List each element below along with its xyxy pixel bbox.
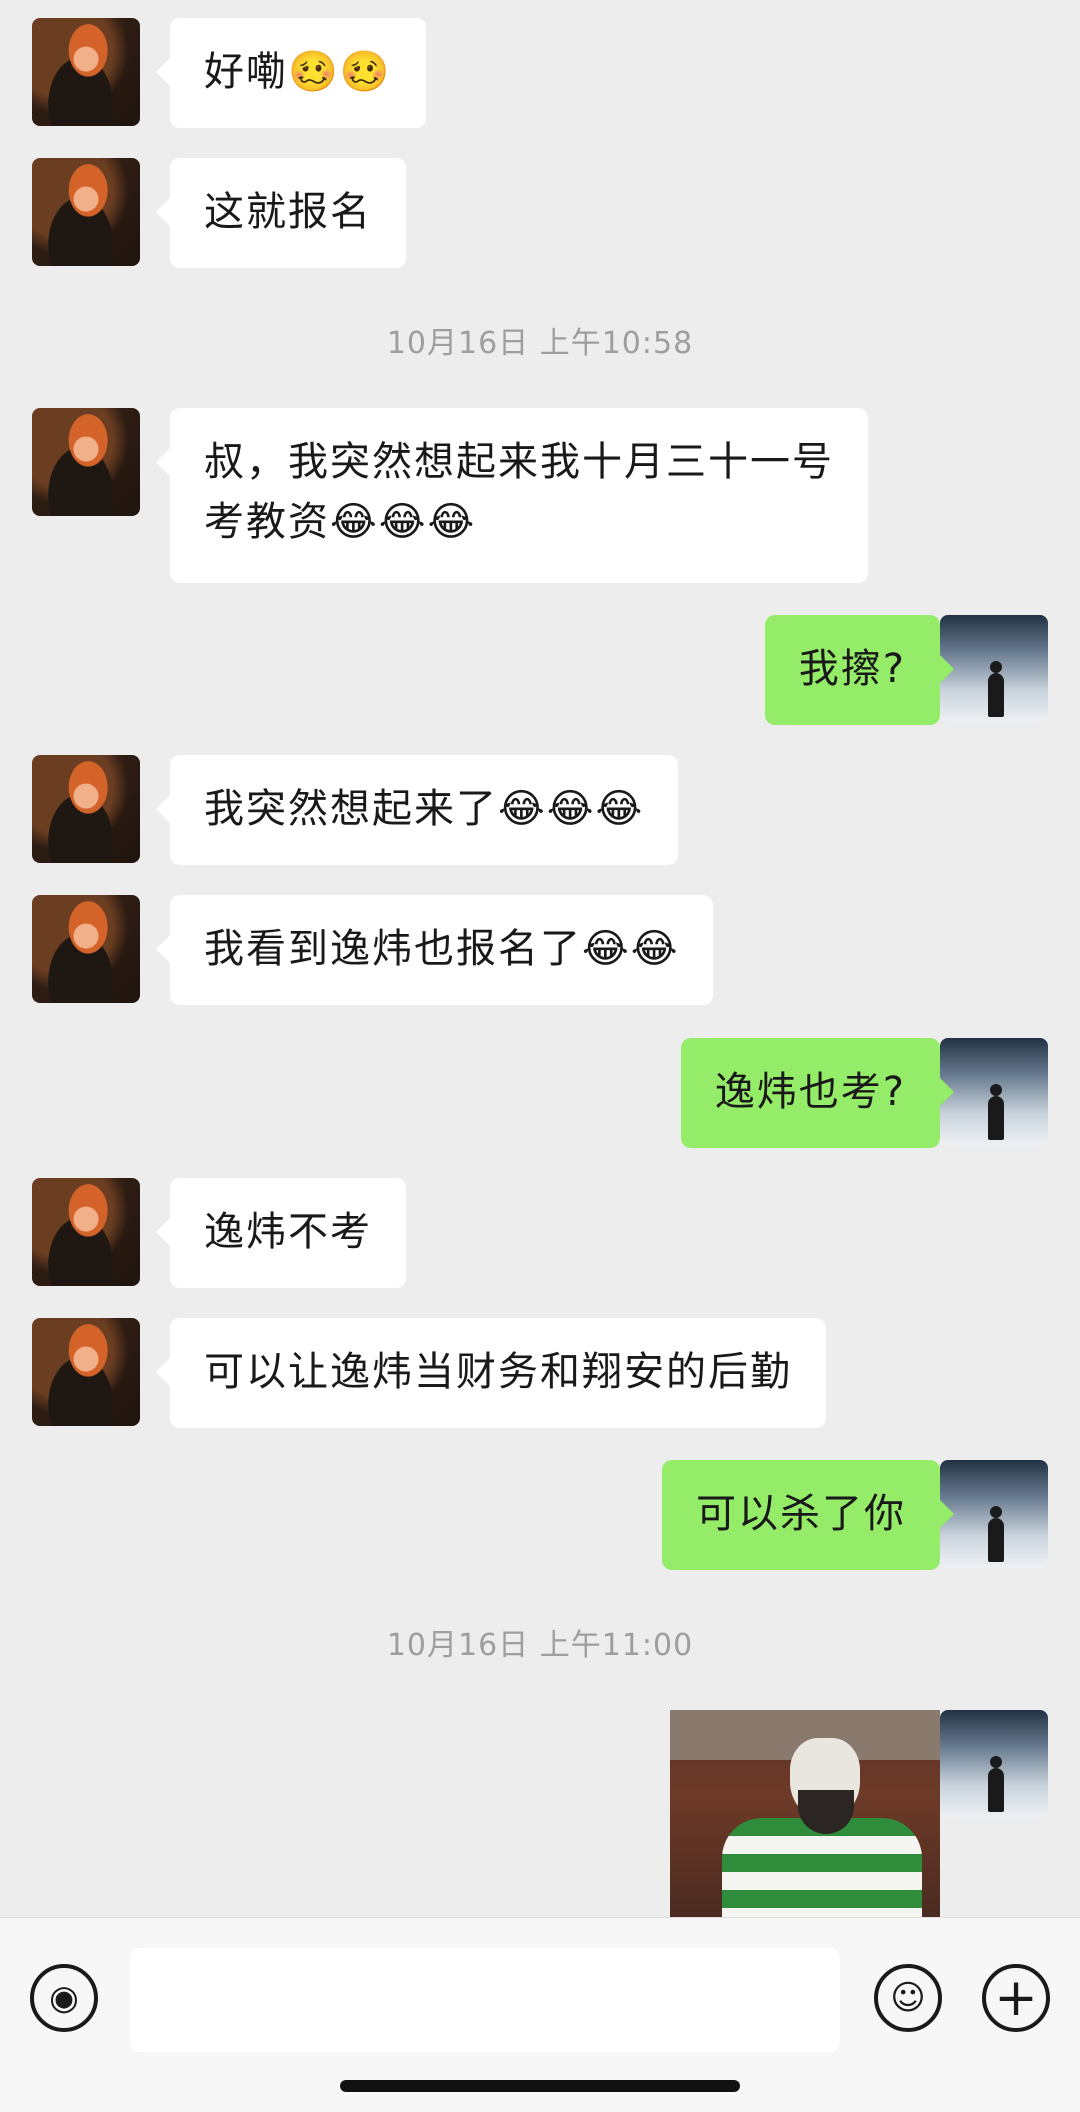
message-bubble[interactable]: 逸炜不考 [156,1178,406,1288]
friend-avatar[interactable] [32,895,140,1003]
plus-icon[interactable]: + [982,1964,1050,2032]
message-text: 这就报名 [204,189,372,235]
friend-avatar[interactable] [32,408,140,516]
message-bubble[interactable]: 我擦? [764,615,955,725]
message-bubble[interactable]: 可以杀了你 [662,1460,954,1570]
self-avatar[interactable] [940,1710,1048,1818]
message-text: 好嘞 [204,49,288,95]
message-bubble[interactable]: 好嘞🥴🥴 [156,18,426,128]
friend-avatar[interactable] [32,755,140,863]
message-input[interactable] [130,1948,840,2052]
message-text: 我看到逸炜也报名了 [204,926,582,972]
friend-avatar[interactable] [32,1178,140,1286]
emoji-sticker: 🥴🥴 [288,49,392,95]
timestamp: 10月16日 上午10:58 [386,326,694,361]
message-text: 我擦? [798,646,906,692]
emoji-sticker: 😂😂 [582,926,680,972]
voice-glyph: ◉ [49,1978,79,2018]
message-bubble[interactable]: 我看到逸炜也报名了😂😂 [155,895,714,1005]
message-text: 逸炜也考? [714,1069,906,1115]
friend-avatar[interactable] [32,158,140,266]
voice-icon[interactable]: ◉ [30,1964,98,2032]
message-text: 我突然想起来了 [204,786,498,832]
message-bubble[interactable]: 我突然想起来了😂😂😂 [155,755,679,865]
self-avatar[interactable] [940,1460,1048,1568]
message-text-line-2: 考教资 [204,499,330,545]
message-text: 叔，我突然想起来我十月三十一号 [204,439,834,485]
message-bubble[interactable]: 叔，我突然想起来我十月三十一号 考教资😂😂😂 [156,408,868,583]
image-message[interactable] [670,1710,940,1917]
message-bubble[interactable]: 可以让逸炜当财务和翔安的后勤 [156,1318,826,1428]
message-text: 逸炜不考 [204,1209,372,1255]
self-avatar[interactable] [940,1038,1048,1146]
plus-glyph: + [994,1968,1038,2028]
emoji-glyph: ☺ [890,1978,926,2018]
message-text: 可以杀了你 [696,1491,906,1537]
friend-avatar[interactable] [32,1318,140,1426]
message-bubble[interactable]: 这就报名 [156,158,406,268]
self-avatar[interactable] [940,615,1048,723]
emoji-sticker: 😂😂😂 [330,499,477,545]
chat-area[interactable]: 好嘞🥴🥴 这就报名 10月16日 上午10:58 叔，我突然想起来我十月三十一号… [0,0,1080,1917]
friend-avatar[interactable] [32,18,140,126]
timestamp: 10月16日 上午11:00 [386,1628,694,1663]
emoji-sticker: 😂😂😂 [498,786,645,832]
message-bubble[interactable]: 逸炜也考? [680,1038,955,1148]
message-text: 可以让逸炜当财务和翔安的后勤 [204,1349,792,1395]
home-indicator[interactable] [340,2080,740,2092]
emoji-icon[interactable]: ☺ [874,1964,942,2032]
